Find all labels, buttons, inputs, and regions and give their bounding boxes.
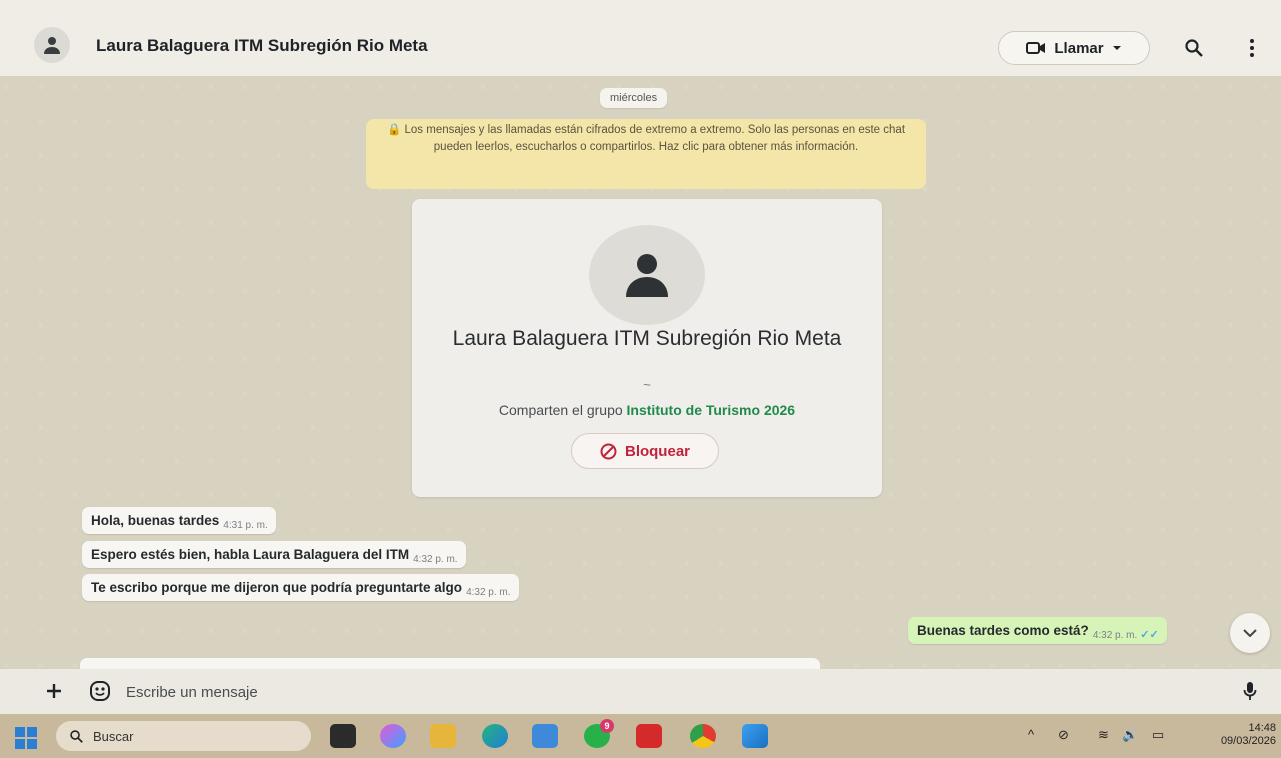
clock-date: 09/03/2026	[1220, 735, 1276, 747]
shared-group-line: Comparten el grupo Instituto de Turismo …	[412, 402, 882, 418]
contact-avatar[interactable]	[34, 27, 70, 63]
message-time: 4:32 p. m.	[466, 587, 511, 598]
search-icon	[1185, 39, 1203, 57]
message-bubble-outgoing[interactable]: Buenas tardes como está? 4:32 p. m. ✓✓	[908, 617, 1167, 644]
message-text: Te escribo porque me dijeron que podría …	[91, 580, 463, 595]
chevron-up-icon[interactable]: ^	[1028, 727, 1034, 742]
battery-icon[interactable]: ▭	[1152, 727, 1164, 743]
message-text: Espero estés bien, habla Laura Balaguera…	[91, 547, 410, 562]
location-off-icon[interactable]: ⊘	[1058, 727, 1069, 743]
more-icon	[1250, 39, 1254, 57]
edge-browser-icon[interactable]	[482, 724, 508, 748]
block-button[interactable]: Bloquear	[571, 433, 719, 469]
lock-icon: 🔒	[386, 124, 402, 136]
block-icon	[600, 443, 617, 459]
message-time: 4:31 p. m.	[223, 520, 268, 531]
composer-bar	[0, 669, 1281, 714]
mic-icon	[1243, 682, 1257, 700]
menu-button[interactable]	[1240, 36, 1264, 60]
shared-group-link[interactable]: Instituto de Turismo 2026	[627, 402, 796, 418]
encryption-text: Los mensajes y las llamadas están cifrad…	[404, 124, 906, 153]
file-manager-app-icon[interactable]	[330, 724, 356, 748]
photos-app-icon[interactable]	[742, 724, 768, 748]
block-label: Bloquear	[624, 442, 690, 460]
day-separator: miércoles	[600, 88, 668, 108]
video-icon	[1026, 42, 1046, 54]
chrome-browser-icon[interactable]	[690, 724, 716, 748]
notification-badge: 9	[600, 719, 614, 733]
system-clock[interactable]: 14:48 09/03/2026	[1200, 722, 1276, 748]
chat-header: Laura Balaguera ITM Subregión Rio Meta L…	[0, 0, 1281, 77]
store-app-icon[interactable]	[532, 724, 558, 748]
message-text: Hola, buenas tardes	[91, 513, 220, 528]
encryption-notice[interactable]: 🔒 Los mensajes y las llamadas están cifr…	[366, 119, 926, 189]
clock-time: 14:48	[1248, 722, 1276, 734]
search-icon	[70, 729, 83, 743]
message-input[interactable]	[124, 675, 1218, 709]
voice-message-button[interactable]	[1238, 679, 1262, 703]
wifi-icon[interactable]: ≋	[1098, 727, 1109, 743]
call-button[interactable]: Llamar	[998, 31, 1150, 65]
search-button[interactable]	[1182, 36, 1206, 60]
profile-card: Laura Balaguera ITM Subregión Rio Meta ~…	[412, 199, 882, 497]
profile-subtitle: ~	[643, 377, 651, 392]
message-bubble[interactable]: Hola, buenas tardes 4:31 p. m.	[82, 507, 276, 534]
message-text: Buenas tardes como está?	[917, 623, 1089, 638]
taskbar-search[interactable]: Buscar	[56, 721, 311, 751]
avatar-icon	[626, 254, 668, 297]
windows-start-icon[interactable]	[14, 726, 38, 750]
contact-name[interactable]: Laura Balaguera ITM Subregión Rio Meta	[96, 36, 428, 56]
os-taskbar: Buscar 9 ^ ⊘ ≋ 🔊 ▭ 14:48 09/03/2026	[0, 714, 1281, 758]
sticker-button[interactable]	[88, 679, 112, 703]
attach-button[interactable]	[42, 679, 66, 703]
shared-prefix: Comparten el grupo	[498, 402, 623, 418]
pdf-reader-app-icon[interactable]	[636, 724, 662, 748]
scroll-to-bottom-button[interactable]	[1230, 613, 1270, 653]
folder-app-icon[interactable]	[430, 724, 456, 748]
read-receipt-icon: ✓✓	[1140, 629, 1159, 641]
partial-message-bubble[interactable]	[80, 658, 820, 669]
chevron-down-icon	[1243, 629, 1257, 637]
message-time: 4:32 p. m.	[413, 554, 458, 565]
volume-icon[interactable]: 🔊	[1122, 727, 1138, 743]
copilot-app-icon[interactable]	[380, 724, 406, 748]
taskbar-search-label: Buscar	[93, 728, 134, 744]
message-bubble[interactable]: Espero estés bien, habla Laura Balaguera…	[82, 541, 466, 568]
sticker-icon	[90, 681, 110, 701]
message-time: 4:32 p. m.	[1092, 630, 1138, 641]
avatar-icon	[44, 37, 60, 54]
plus-icon	[47, 684, 61, 698]
call-label: Llamar	[1054, 39, 1104, 57]
chevron-down-icon	[1112, 46, 1121, 50]
chat-area[interactable]: miércoles 🔒 Los mensajes y las llamadas …	[0, 77, 1281, 669]
message-bubble[interactable]: Te escribo porque me dijeron que podría …	[82, 574, 519, 601]
profile-avatar	[589, 225, 705, 325]
whatsapp-app-icon[interactable]: 9	[584, 719, 614, 748]
profile-name: Laura Balaguera ITM Subregión Rio Meta	[452, 327, 842, 350]
